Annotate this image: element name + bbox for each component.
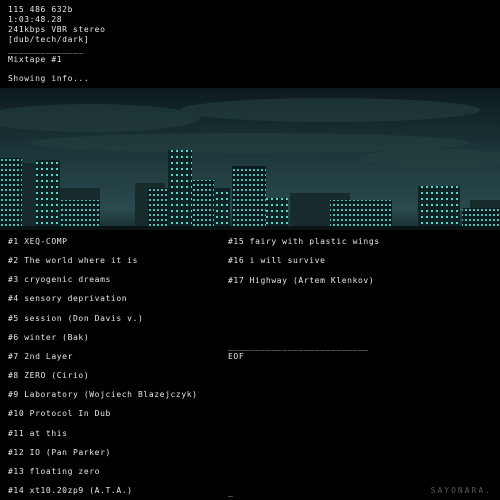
text-cursor: _ — [228, 488, 234, 497]
file-size: 115 486 632b — [8, 5, 73, 14]
status-line: Showing info... — [8, 74, 90, 83]
track-item[interactable]: #2 The world where it is — [8, 256, 138, 266]
track-item[interactable]: #5 session (Don Davis v.) — [8, 314, 143, 324]
track-item[interactable]: #8 ZERO (Cirio) — [8, 371, 89, 381]
city-skyline-banner — [0, 88, 500, 230]
track-item[interactable]: #16 i will survive — [228, 256, 326, 266]
track-item[interactable]: #10 Protocol In Dub — [8, 409, 111, 419]
eof-rule: __________________________ — [228, 342, 369, 351]
track-item[interactable]: #7 2nd Layer — [8, 352, 73, 362]
mixtape-title: Mixtape #1 — [8, 55, 63, 64]
track-item[interactable]: #12 IO (Pan Parker) — [8, 448, 111, 458]
track-item[interactable]: #4 sensory deprivation — [8, 294, 127, 304]
track-item[interactable]: #15 fairy with plastic wings — [228, 237, 380, 247]
watermark: SAYONARA. — [430, 486, 492, 495]
track-item[interactable]: #6 winter (Bak) — [8, 333, 89, 343]
header-rule: ______________ — [8, 45, 84, 54]
bitrate: 241kbps VBR stereo — [8, 25, 106, 34]
file-info-header: 115 486 632b 1:03:48.28 241kbps VBR ster… — [8, 5, 106, 65]
track-item[interactable]: #17 Highway (Artem Klenkov) — [228, 276, 374, 286]
duration: 1:03:48.28 — [8, 15, 63, 24]
track-item[interactable]: #13 floating zero — [8, 467, 100, 477]
track-item[interactable]: #9 Laboratory (Wojciech Blazejczyk) — [8, 390, 198, 400]
track-item[interactable]: #11 at this — [8, 429, 68, 439]
track-item[interactable]: #1 XEQ-COMP — [8, 237, 68, 247]
genre: [dub/tech/dark] — [8, 35, 90, 44]
track-item[interactable]: #3 cryogenic dreams — [8, 275, 111, 285]
eof-label: EOF — [228, 352, 245, 361]
track-item[interactable]: #14 xt10.20zp9 (A.T.A.) — [8, 486, 133, 496]
